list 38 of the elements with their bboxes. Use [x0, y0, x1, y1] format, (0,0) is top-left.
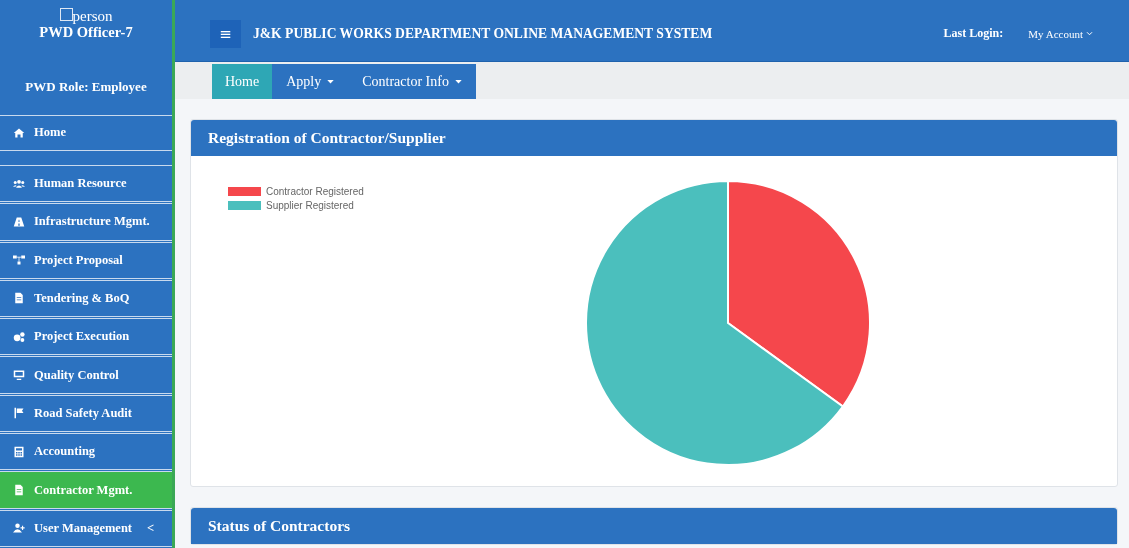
cogs-icon	[13, 330, 25, 343]
legend-label: Supplier Registered	[266, 200, 354, 211]
add-user-icon	[13, 522, 25, 535]
sidebar-item[interactable]: Tendering & BoQ	[0, 279, 172, 318]
road-icon	[13, 215, 25, 228]
house-icon	[13, 126, 25, 139]
legend-label: Contractor Registered	[266, 186, 364, 197]
sidebar-item[interactable]: Human Resource	[0, 164, 172, 203]
user-name: PWD Officer-7	[39, 24, 133, 42]
last-login-label: Last Login:	[943, 26, 1004, 41]
monitor-icon	[13, 369, 25, 382]
card-header: Registration of Contractor/Supplier	[191, 120, 1117, 156]
sidebar-item[interactable]: Quality Control	[0, 356, 172, 394]
nav-tab[interactable]: Contractor Info	[348, 64, 476, 99]
account-menu[interactable]: My Account	[1028, 27, 1093, 40]
card-header: Status of Contractors	[191, 508, 1117, 544]
sidebar-item[interactable]: Project Proposal	[0, 241, 172, 279]
hierarchy-icon	[13, 254, 25, 267]
menu-button[interactable]: ≡	[210, 19, 241, 48]
nav-tab[interactable]: Apply	[272, 64, 349, 99]
nav-tab[interactable]: Home	[212, 64, 273, 99]
user-icon-text: person	[72, 8, 113, 25]
user-role: PWD Role: Employee	[25, 78, 147, 95]
app-title: J&K PUBLIC WORKS DEPARTMENT ONLINE MANAGEMENT SYSTEM	[253, 25, 713, 42]
sidebar-item[interactable]: Project Execution	[0, 318, 172, 356]
sidebar-item[interactable]: Infrastructure Mgmt.	[0, 203, 172, 241]
sidebar-item[interactable]: Road Safety Audit	[0, 394, 172, 433]
chevron-icon	[1086, 31, 1093, 36]
missing-glyph-icon	[59, 8, 73, 22]
sidebar-item[interactable]: Home	[0, 114, 172, 151]
flag-icon	[13, 407, 25, 420]
document-icon	[13, 292, 25, 305]
people-icon	[13, 177, 25, 190]
sidebar-item[interactable]: User Management <	[0, 509, 172, 547]
document-icon	[13, 484, 25, 497]
calculator-icon	[13, 445, 25, 458]
sidebar-item[interactable]: Accounting	[0, 433, 172, 471]
sidebar-item[interactable]: Contractor Mgmt.	[0, 471, 172, 509]
